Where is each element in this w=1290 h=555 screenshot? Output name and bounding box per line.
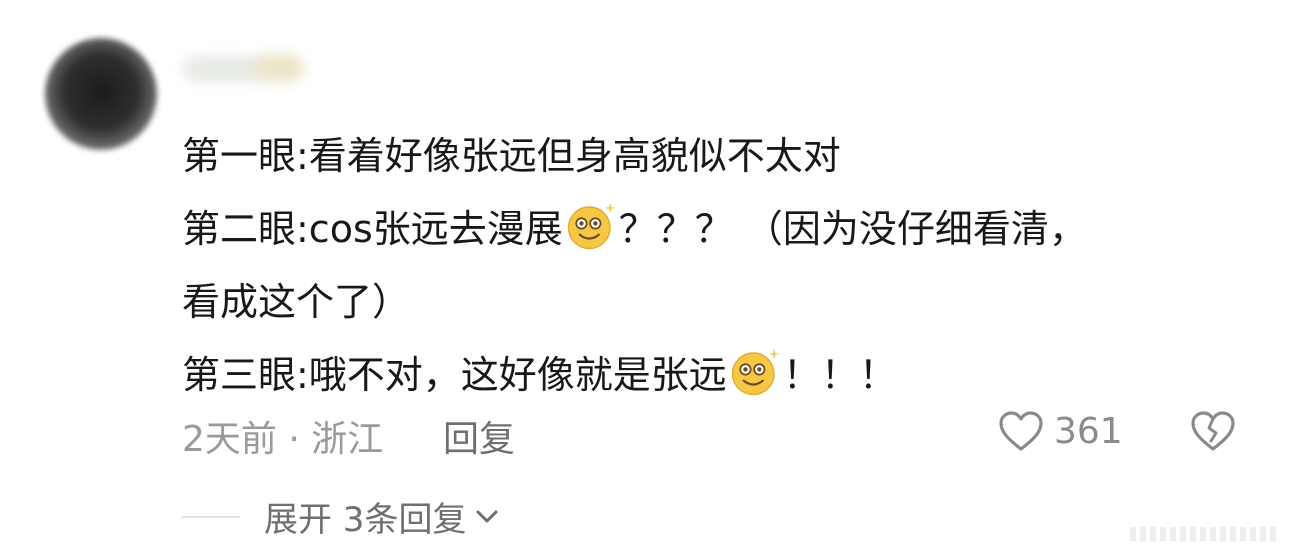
broken-heart-icon xyxy=(1191,411,1235,451)
comment-text: 第一眼:看着好像张远但身高貌似不太对 第二眼:cos张远去漫展 ？？？ （因为没… xyxy=(182,120,1212,412)
dizzy-smile-emoji-icon xyxy=(567,202,616,250)
comment-line-1: 第一眼:看着好像张远但身高貌似不太对 xyxy=(182,134,841,178)
divider-line xyxy=(182,515,240,518)
watermark xyxy=(1130,527,1280,541)
avatar[interactable] xyxy=(45,38,157,150)
comment-line-2: 第二眼:cos张远去漫展 ？？？ （因为没仔细看清， xyxy=(182,193,1212,266)
expand-replies-label: 展开 3条回复 xyxy=(264,500,467,540)
comment-line-4: 第三眼:哦不对，这好像就是张远 ！！！ xyxy=(182,339,1212,412)
comment-line-3: 看成这个了） xyxy=(182,280,411,324)
like-count: 361 xyxy=(1054,410,1123,452)
heart-icon xyxy=(999,411,1043,451)
comment-time-location: 2天前 · 浙江 xyxy=(182,419,384,460)
dizzy-smile-emoji-icon xyxy=(731,348,780,396)
username-blurred[interactable] xyxy=(182,50,310,86)
reply-button[interactable]: 回复 xyxy=(443,410,515,462)
dislike-button[interactable] xyxy=(1190,410,1236,456)
expand-replies-button[interactable]: 展开 3条回复 xyxy=(182,492,500,541)
chevron-down-icon xyxy=(476,510,498,522)
like-button[interactable]: 361 xyxy=(998,410,1123,452)
